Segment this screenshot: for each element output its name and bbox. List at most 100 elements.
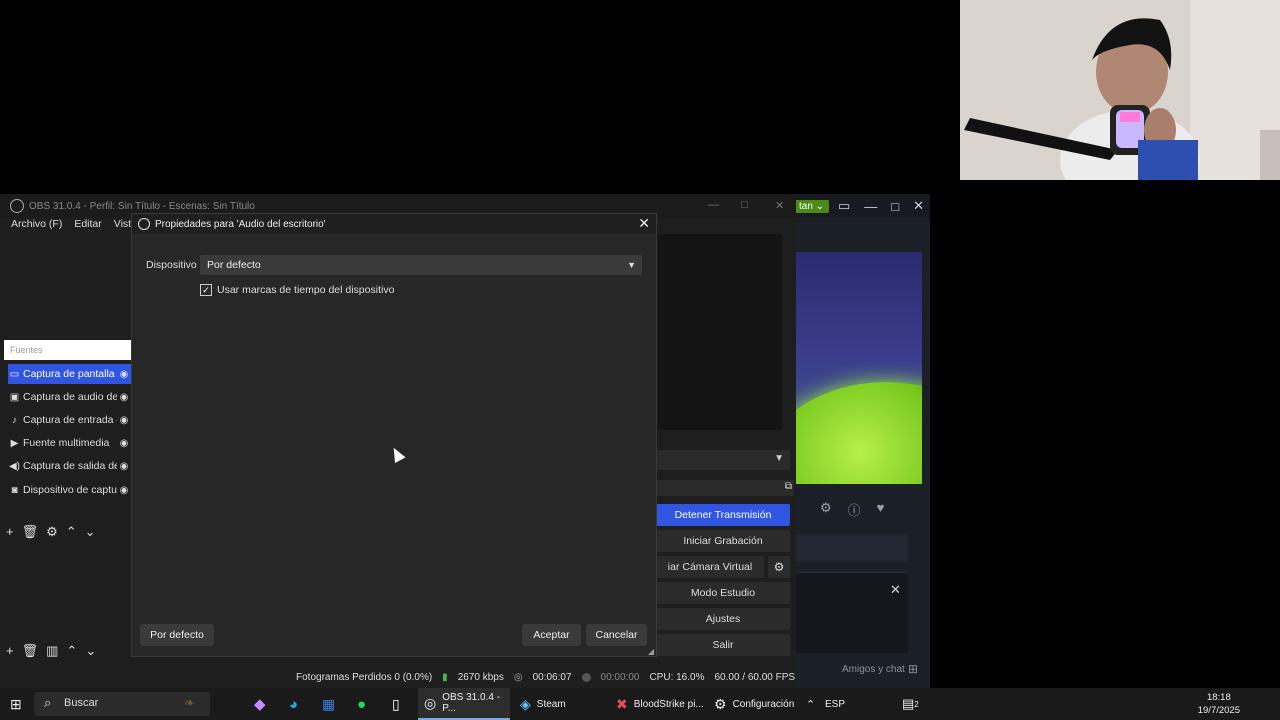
record-time: 00:00:00	[600, 671, 640, 683]
friends-add-icon[interactable]: ⊞	[908, 662, 918, 676]
monitor-icon: ▭	[9, 368, 20, 380]
taskbar-app-bloodstrike[interactable]: ✖ BloodStrike pi...	[612, 688, 708, 720]
undock-icon[interactable]: ⧉	[785, 481, 792, 492]
sources-filter-input[interactable]: Fuentes	[4, 340, 131, 360]
stream-time: 00:06:07	[532, 671, 572, 683]
eye-icon[interactable]: ◉	[117, 415, 131, 426]
eye-icon[interactable]: ◉	[117, 485, 131, 496]
play-icon: ▶	[10, 437, 19, 449]
taskbar-app-settings[interactable]: ⚙ Configuración	[710, 688, 806, 720]
copilot-icon[interactable]: ◆	[254, 688, 266, 720]
signal-icon: ▮	[442, 671, 448, 683]
dialog-title: Propiedades para 'Audio del escritorio'	[155, 218, 326, 230]
files-icon[interactable]: ▯	[392, 688, 400, 720]
heart-icon[interactable]: ♥	[877, 500, 885, 519]
defaults-button[interactable]: Por defecto	[140, 624, 214, 646]
steam-status-pill[interactable]: tan ⌄	[794, 200, 830, 213]
spotify-icon[interactable]: ●	[357, 688, 366, 720]
minimize-icon[interactable]: —	[708, 199, 719, 211]
device-label: Dispositivo	[146, 259, 197, 271]
source-item[interactable]: ▣ Captura de audio de ◉	[8, 387, 131, 407]
stop-stream-button[interactable]: Detener Transmisión	[656, 504, 790, 526]
obs-icon: ◎	[424, 694, 437, 711]
start-icon[interactable]: ⊞	[10, 688, 22, 720]
search-input[interactable]: Buscar	[64, 697, 98, 709]
checkbox-icon[interactable]: ✓	[200, 284, 212, 296]
add-icon[interactable]: +	[6, 524, 14, 540]
maximize-icon[interactable]: □	[741, 199, 748, 211]
studio-mode-button[interactable]: Modo Estudio	[656, 582, 790, 604]
menu-editar[interactable]: Editar	[74, 218, 101, 234]
obs-window-title: OBS 31.0.4 - Perfil: Sin Título - Escena…	[29, 200, 255, 212]
timestamps-checkbox[interactable]: ✓ Usar marcas de tiempo del dispositivo	[200, 284, 394, 296]
gear-icon[interactable]: ⚙	[46, 524, 58, 540]
transition-dropdown[interactable]: ▼	[656, 450, 790, 470]
taskbar-clock[interactable]: 18:18 19/7/2025	[1198, 691, 1240, 717]
trash-icon[interactable]: 🗑	[22, 524, 39, 540]
cancel-button[interactable]: Cancelar	[586, 624, 647, 646]
exit-button[interactable]: Salir	[656, 634, 790, 656]
eye-icon[interactable]: ◉	[117, 461, 131, 472]
close-icon[interactable]: ✕	[890, 582, 901, 598]
windows-taskbar: ⊞ ⌕ Buscar ❧ ◆ ◕ ▦ ● ▯ ◎ OBS 31.0.4 - P.…	[0, 688, 1280, 720]
source-item[interactable]: ◙ Dispositivo de captu ◉	[8, 480, 131, 500]
planet-artwork	[796, 382, 922, 484]
search-highlight-icon: ❧	[184, 695, 195, 710]
source-item[interactable]: ♪ Captura de entrada d ◉	[8, 410, 131, 430]
notification-count: 2	[914, 699, 919, 709]
taskbar-search[interactable]: ⌕ Buscar ❧	[34, 692, 210, 716]
edge-icon[interactable]: ◕	[289, 688, 298, 720]
close-icon[interactable]: ✕	[638, 215, 650, 232]
virtual-camera-button[interactable]: iar Cámara Virtual	[656, 556, 764, 578]
gear-icon[interactable]: ⚙	[820, 500, 832, 519]
language-indicator[interactable]: ESP	[825, 688, 845, 720]
gear-icon: ⚙	[773, 560, 785, 574]
arrow-down-icon[interactable]: ⌄	[85, 524, 96, 540]
settings-button[interactable]: Ajustes	[656, 608, 790, 630]
tray-chevron-icon[interactable]: ⌃	[806, 688, 815, 720]
cpu-usage: CPU: 16.0%	[649, 671, 705, 683]
transition-duration[interactable]: ⧉	[656, 480, 794, 496]
notification-icon[interactable]: ▤ 2	[902, 688, 919, 720]
start-recording-button[interactable]: Iniciar Grabación	[656, 530, 790, 552]
webcam-person-image	[960, 0, 1280, 180]
ok-button[interactable]: Aceptar	[522, 624, 581, 646]
game-banner[interactable]	[796, 252, 922, 484]
add-icon[interactable]: +	[6, 643, 14, 659]
steam-titlebar: tan ⌄ ▭ — □ ✕	[790, 194, 930, 218]
speaker-icon: ◀)	[8, 460, 21, 472]
taskbar-app-obs[interactable]: ◎ OBS 31.0.4 - P...	[418, 688, 510, 720]
info-icon[interactable]: ⓘ	[848, 500, 861, 519]
eye-icon[interactable]: ◉	[117, 369, 131, 380]
store-icon[interactable]: ▦	[322, 688, 335, 720]
arrow-up-icon[interactable]: ⌃	[66, 643, 77, 659]
chevron-down-icon: ▼	[774, 453, 784, 464]
menu-archivo[interactable]: Archivo (F)	[11, 218, 62, 234]
virtual-camera-settings-button[interactable]: ⚙	[768, 556, 790, 578]
taskbar-app-steam[interactable]: ◈ Steam	[516, 688, 610, 720]
fps: 60.00 / 60.00 FPS	[714, 671, 796, 683]
clock-time: 18:18	[1206, 692, 1231, 703]
close-icon[interactable]: ✕	[775, 199, 784, 212]
trash-icon[interactable]: 🗑	[22, 643, 39, 659]
sources-toolbar: + 🗑 ⚙ ⌃ ⌄	[6, 524, 96, 540]
big-picture-icon[interactable]: ▭	[838, 198, 850, 214]
eye-icon[interactable]: ◉	[117, 392, 131, 403]
source-item[interactable]: ▶ Fuente multimedia ◉	[8, 433, 131, 453]
obs-menubar: Archivo (F) Editar Vista	[0, 218, 137, 234]
minimize-icon[interactable]: —	[864, 199, 877, 214]
maximize-icon[interactable]: □	[891, 199, 899, 214]
device-select-value: Por defecto	[207, 259, 261, 271]
eye-icon[interactable]: ◉	[117, 438, 131, 449]
resize-grip-icon[interactable]: ◢	[648, 647, 654, 656]
arrow-down-icon[interactable]: ⌄	[85, 643, 96, 659]
obs-logo-icon	[10, 199, 24, 213]
filter-icon[interactable]: ▥	[46, 643, 58, 659]
device-select[interactable]: Por defecto ▼	[200, 255, 642, 275]
source-item[interactable]: ◀) Captura de salida de ◉	[8, 456, 131, 476]
chevron-down-icon: ▼	[627, 260, 636, 270]
close-icon[interactable]: ✕	[913, 198, 924, 214]
arrow-up-icon[interactable]: ⌃	[66, 524, 77, 540]
friends-chat-label[interactable]: Amigos y chat	[842, 664, 905, 675]
source-item[interactable]: ▭ Captura de pantalla ◉	[8, 364, 131, 384]
